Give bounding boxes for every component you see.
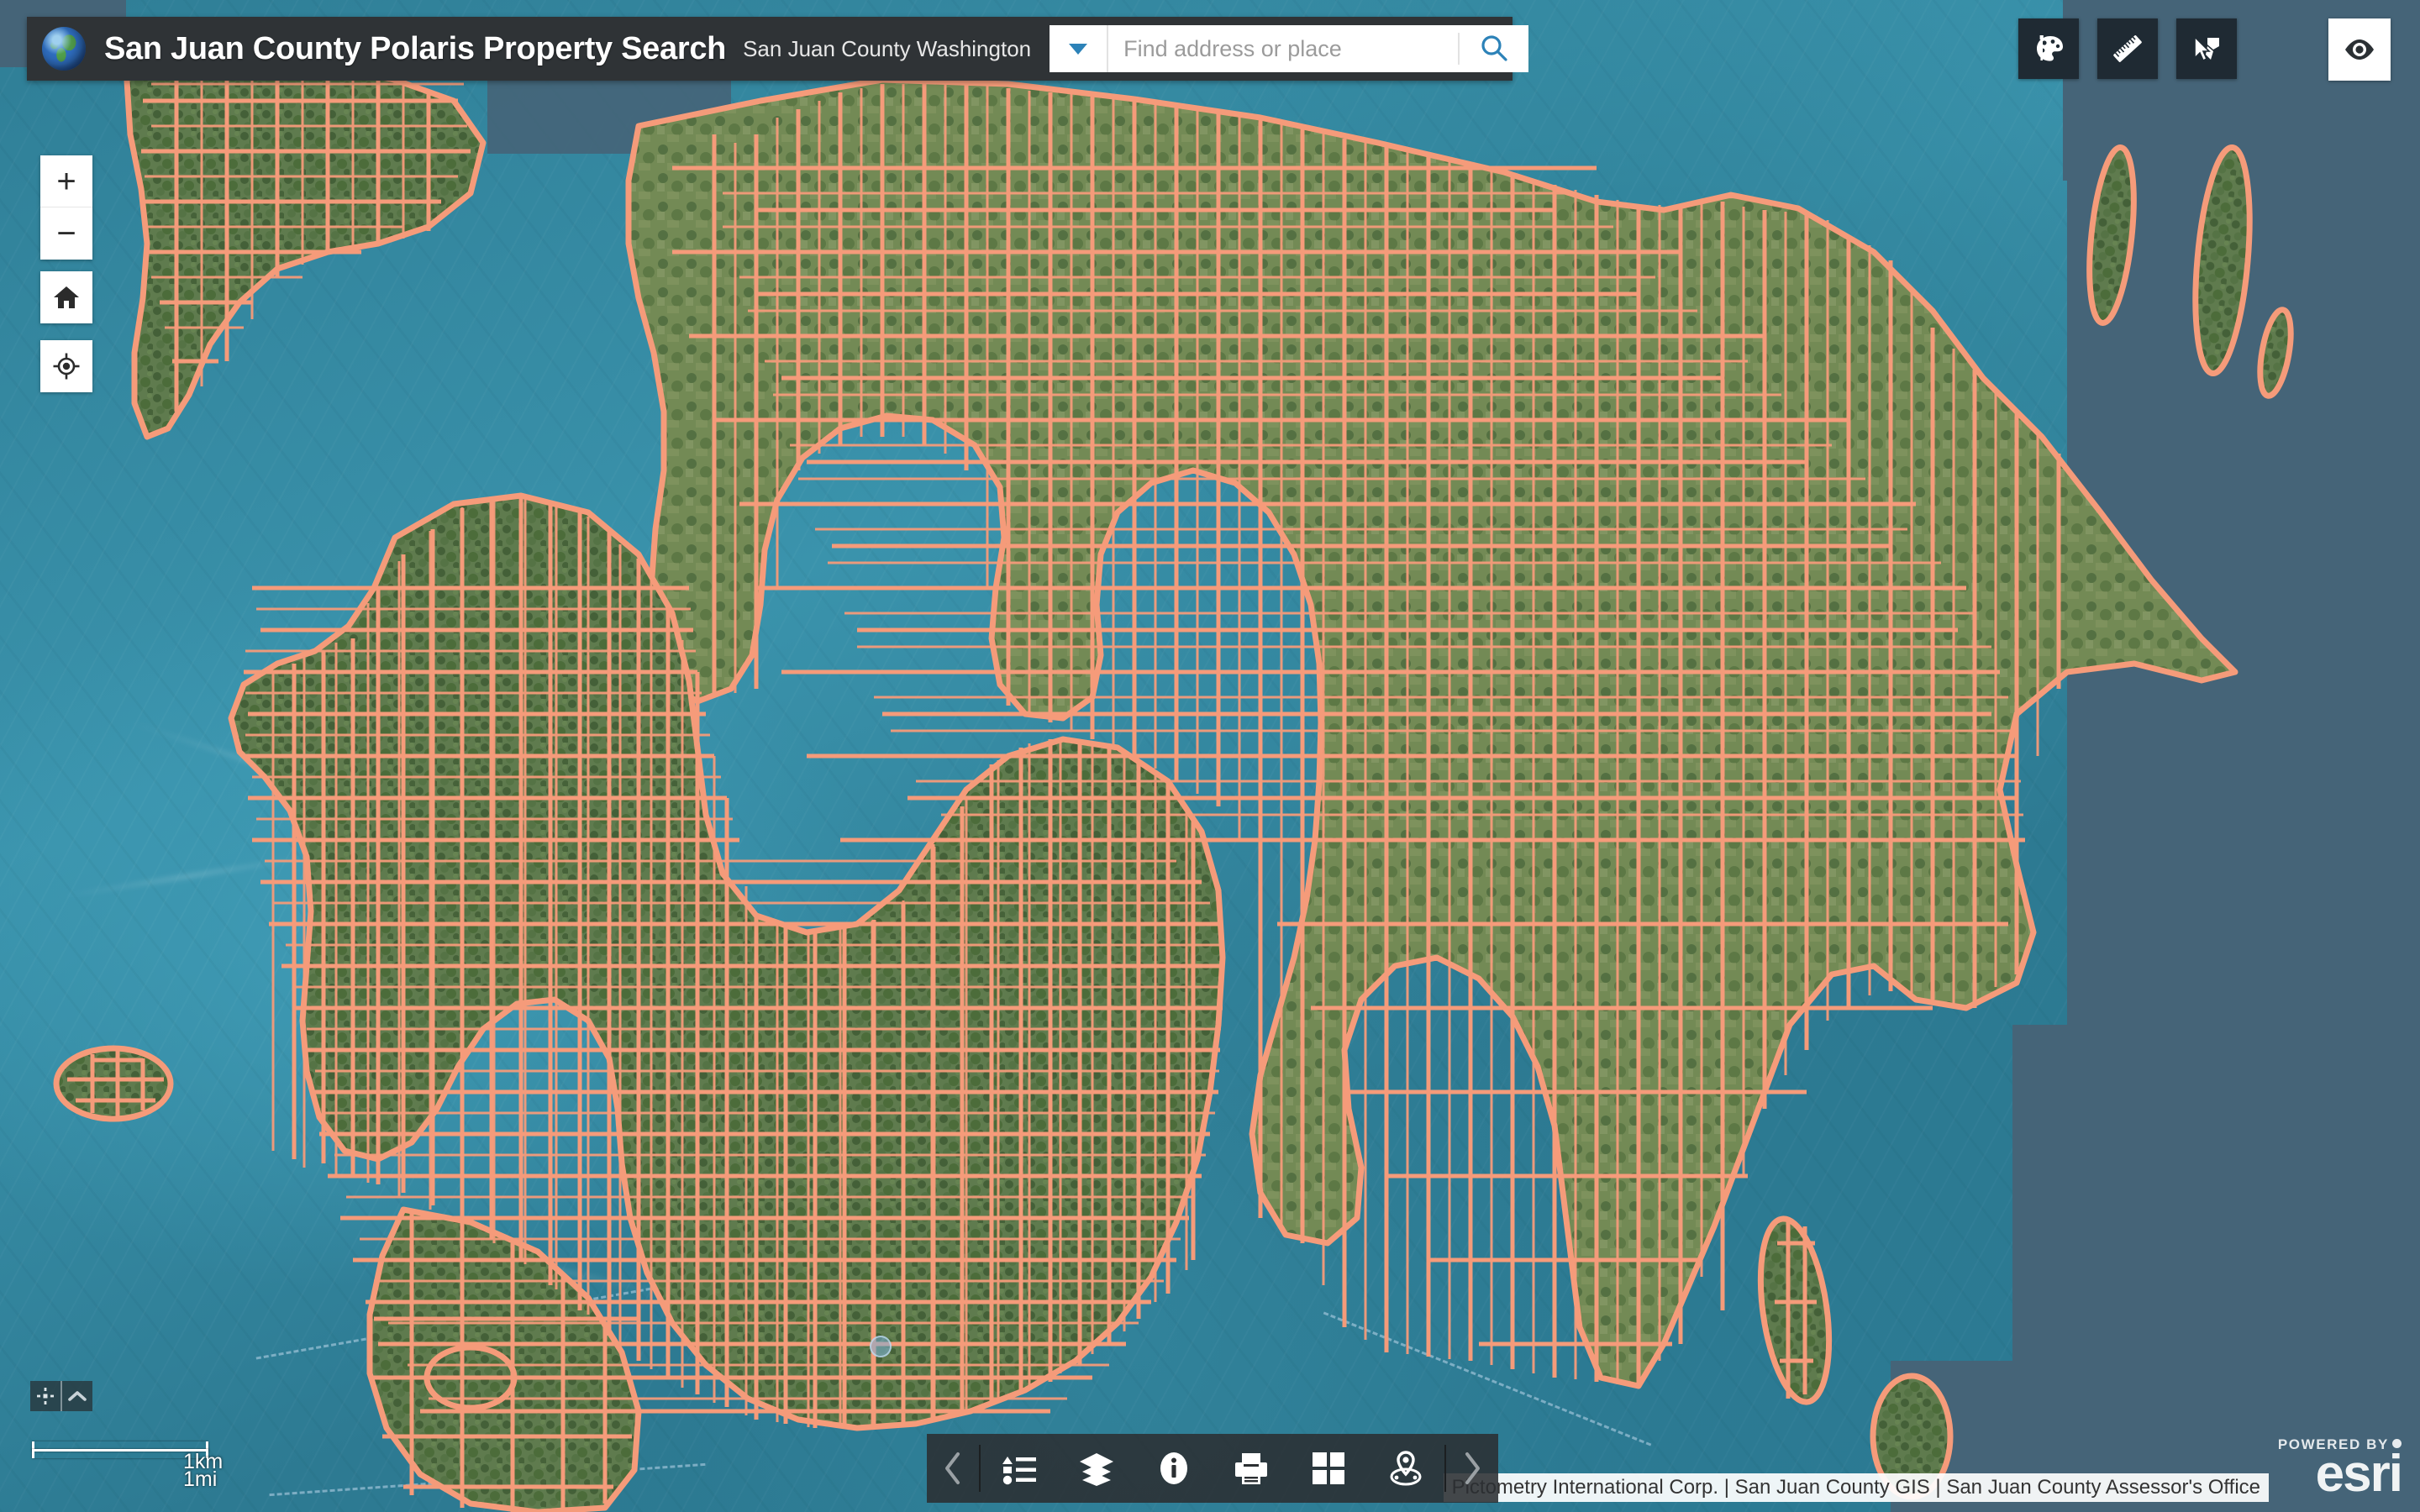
toolbar-next-button[interactable] [1446,1434,1498,1503]
layers-button[interactable] [1058,1434,1135,1503]
chevron-up-icon [68,1391,87,1401]
basemap-grid-icon [1313,1452,1344,1484]
page-title: San Juan County Polaris Property Search [104,30,727,66]
measure-button[interactable] [2097,18,2158,79]
scale-bar-line-bottom [32,1449,208,1458]
chevron-down-glyph [1069,44,1088,55]
coordinate-crosshair-icon [37,1388,54,1404]
zoom-in-button[interactable]: + [40,155,92,207]
scale-bar: 1km 1mi [32,1441,223,1490]
coordinate-button[interactable] [30,1381,60,1411]
eye-icon [2345,39,2374,60]
bottom-toolbar [927,1434,1498,1503]
home-button[interactable] [40,271,92,323]
attribution-text: Pictometry International Corp. | San Jua… [1443,1473,2269,1502]
app-subtitle: San Juan County Washington [743,35,1032,61]
info-button[interactable] [1135,1434,1213,1503]
chevron-down-icon[interactable] [1050,25,1109,72]
info-circle-icon [1160,1452,1187,1484]
home-icon [54,286,79,308]
locate-crosshair-icon [53,353,80,380]
map-canvas[interactable] [0,0,2420,1512]
chevron-left-icon [945,1452,960,1484]
expand-button[interactable] [62,1381,92,1411]
esri-logo: POWERED BY esri [2278,1437,2403,1503]
draw-button[interactable] [2018,18,2079,79]
app-header: San Juan County Polaris Property Search … [27,17,1529,81]
globe-icon [42,27,86,71]
search-widget [1050,25,1529,72]
map-application: San Juan County Polaris Property Search … [0,0,2420,1512]
esri-wordmark: esri [2315,1445,2403,1503]
coordinate-widget [30,1381,92,1411]
printer-icon [1235,1453,1267,1484]
parcel-layer[interactable] [0,0,2420,1512]
top-right-toolbar [2018,18,2237,79]
search-input[interactable] [1108,25,1459,72]
chevron-right-icon [1465,1452,1480,1484]
print-button[interactable] [1213,1434,1290,1503]
map-point-marker[interactable] [870,1336,892,1357]
select-button[interactable] [2176,18,2237,79]
basemap-button[interactable] [1290,1434,1367,1503]
locate-button[interactable] [40,340,92,392]
scale-bar-labels: 1km 1mi [183,1451,223,1492]
map-pin-icon [1390,1451,1422,1486]
legend-button[interactable] [981,1434,1058,1503]
select-arrow-icon [2194,35,2219,62]
palette-icon [2037,35,2063,61]
legend-list-icon [1002,1457,1036,1485]
parcel-boundaries-svg [53,55,2294,1512]
layers-stack-icon [1080,1453,1113,1486]
search-glyph [1481,35,1507,61]
near-me-button[interactable] [1367,1434,1444,1503]
toolbar-prev-button[interactable] [927,1434,979,1503]
zoom-out-button[interactable]: − [40,207,92,260]
scale-label-mi: 1mi [183,1467,218,1492]
ruler-icon [2113,35,2142,62]
zoom-controls: + − [40,155,92,260]
visibility-button[interactable] [2328,18,2391,81]
search-icon[interactable] [1460,25,1528,72]
